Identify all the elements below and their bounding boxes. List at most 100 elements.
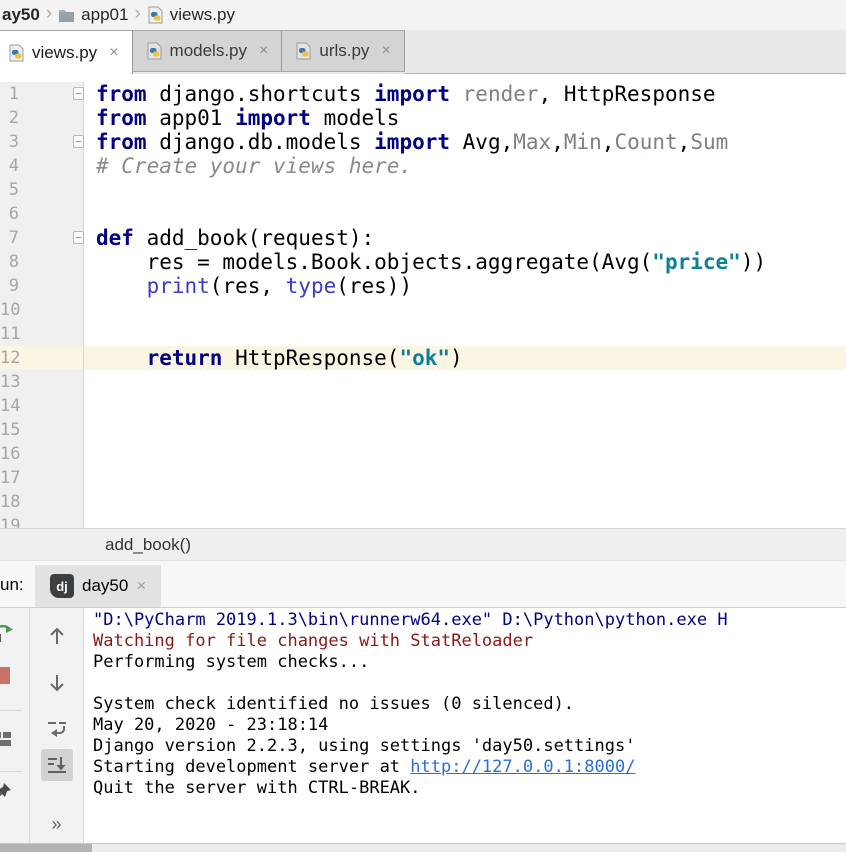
fold-marker-icon[interactable]	[73, 135, 84, 148]
gutter[interactable]: 9	[0, 274, 84, 298]
gutter[interactable]: 16	[0, 442, 84, 466]
gutter[interactable]: 19	[0, 514, 84, 528]
rerun-icon[interactable]	[0, 623, 14, 643]
line-number[interactable]: 7	[0, 226, 19, 250]
gutter[interactable]: 8	[0, 250, 84, 274]
code-line-7[interactable]: 7def add_book(request):	[0, 226, 846, 250]
line-number[interactable]: 18	[0, 490, 19, 514]
run-tab-day50[interactable]: dj day50 ×	[35, 565, 161, 607]
scroll-to-end-icon[interactable]	[41, 749, 73, 781]
close-icon[interactable]: ×	[109, 45, 118, 61]
code-line-13[interactable]: 13	[0, 370, 846, 394]
stop-icon[interactable]	[0, 666, 14, 686]
code-line-9[interactable]: 9 print(res, type(res))	[0, 274, 846, 298]
gutter[interactable]: 6	[0, 202, 84, 226]
gutter[interactable]: 10	[0, 298, 84, 322]
line-number[interactable]: 11	[0, 322, 19, 346]
line-number[interactable]: 6	[0, 202, 19, 226]
gutter[interactable]: 1	[0, 82, 84, 106]
scrollbar-thumb[interactable]	[0, 844, 92, 852]
more-icon[interactable]: »	[51, 815, 61, 833]
close-icon[interactable]: ×	[259, 43, 268, 59]
line-number[interactable]: 4	[0, 154, 19, 178]
breadcrumb-item-app01[interactable]: app01	[58, 5, 128, 25]
gutter[interactable]: 18	[0, 490, 84, 514]
code-line-12[interactable]: 12 return HttpResponse("ok")	[0, 346, 846, 370]
gutter[interactable]: 12	[0, 346, 84, 370]
gutter[interactable]: 14	[0, 394, 84, 418]
function-name-label[interactable]: add_book()	[105, 535, 191, 555]
pin-icon[interactable]	[0, 782, 14, 802]
code-line-16[interactable]: 16	[0, 442, 846, 466]
line-number[interactable]: 19	[0, 514, 19, 528]
code-editor[interactable]: 1 from django.shortcuts import render, Ht…	[0, 74, 846, 528]
line-number[interactable]: 14	[0, 394, 19, 418]
code-text: from django.shortcuts import render, Htt…	[84, 82, 846, 106]
code-line-11[interactable]: 11	[0, 322, 846, 346]
gutter[interactable]: 2	[0, 106, 84, 130]
code-line-2[interactable]: 2from app01 import models	[0, 106, 846, 130]
code-token: (res,	[210, 274, 286, 298]
line-number[interactable]: 17	[0, 466, 19, 490]
line-number[interactable]: 9	[0, 274, 19, 298]
down-arrow-icon[interactable]	[46, 673, 68, 693]
console-text-segment: "D:\PyCharm 2019.1.3\bin\runnerw64.exe" …	[93, 610, 728, 630]
close-icon[interactable]: ×	[381, 43, 390, 59]
soft-wrap-icon[interactable]	[46, 718, 68, 738]
code-line-18[interactable]: 18	[0, 490, 846, 514]
server-url-link[interactable]: http://127.0.0.1:8000/	[410, 757, 635, 777]
code-line-6[interactable]: 6	[0, 202, 846, 226]
fold-marker-icon[interactable]	[73, 231, 84, 244]
gutter[interactable]: 3	[0, 130, 84, 154]
code-line-10[interactable]: 10	[0, 298, 846, 322]
line-number[interactable]: 15	[0, 418, 19, 442]
line-number[interactable]: 5	[0, 178, 19, 202]
code-line-14[interactable]: 14	[0, 394, 846, 418]
code-line-3[interactable]: 3 from django.db.models import Avg,Max,Mi…	[0, 130, 846, 154]
gutter[interactable]: 11	[0, 322, 84, 346]
fold-marker-icon[interactable]	[73, 87, 84, 100]
gutter[interactable]: 7	[0, 226, 84, 250]
code-line-4[interactable]: 4# Create your views here.	[0, 154, 846, 178]
line-number[interactable]: 3	[0, 130, 19, 154]
up-arrow-icon[interactable]	[46, 626, 68, 646]
line-number[interactable]: 13	[0, 370, 19, 394]
code-line-17[interactable]: 17	[0, 466, 846, 490]
toolbar-divider	[0, 710, 22, 711]
code-token: Sum	[690, 130, 728, 154]
tab-urls-py[interactable]: urls.py ×	[282, 30, 404, 72]
code-text	[84, 394, 846, 418]
code-token: import	[235, 106, 311, 130]
code-text: from django.db.models import Avg,Max,Min…	[84, 130, 846, 154]
code-token: res = models.Book.objects.aggregate(Avg(	[96, 250, 652, 274]
code-line-8[interactable]: 8 res = models.Book.objects.aggregate(Av…	[0, 250, 846, 274]
code-text	[84, 514, 846, 528]
code-line-1[interactable]: 1 from django.shortcuts import render, Ht…	[0, 82, 846, 106]
gutter[interactable]: 17	[0, 466, 84, 490]
gutter[interactable]: 15	[0, 418, 84, 442]
line-number[interactable]: 12	[0, 346, 19, 370]
code-line-19[interactable]: 19	[0, 514, 846, 528]
line-number[interactable]: 10	[0, 298, 19, 322]
run-tab-label: day50	[82, 576, 128, 596]
code-token: models	[311, 106, 400, 130]
code-token: ,	[602, 130, 615, 154]
gutter[interactable]: 13	[0, 370, 84, 394]
gutter[interactable]: 4	[0, 154, 84, 178]
tab-views-py[interactable]: views.py ×	[0, 30, 133, 74]
close-icon[interactable]: ×	[136, 576, 146, 596]
code-line-5[interactable]: 5	[0, 178, 846, 202]
breadcrumb-item-file[interactable]: views.py	[147, 5, 235, 25]
breadcrumb: ay50 › app01 › views.py	[0, 0, 846, 31]
breadcrumb-item-project[interactable]: ay50	[2, 5, 40, 25]
line-number[interactable]: 2	[0, 106, 19, 130]
code-token	[96, 346, 147, 370]
tab-models-py[interactable]: models.py ×	[133, 30, 283, 72]
console-line: "D:\PyCharm 2019.1.3\bin\runnerw64.exe" …	[93, 610, 846, 631]
gutter[interactable]: 5	[0, 178, 84, 202]
line-number[interactable]: 16	[0, 442, 19, 466]
code-line-15[interactable]: 15	[0, 418, 846, 442]
line-number[interactable]: 1	[0, 82, 19, 106]
restore-layout-icon[interactable]	[0, 729, 14, 749]
line-number[interactable]: 8	[0, 250, 19, 274]
